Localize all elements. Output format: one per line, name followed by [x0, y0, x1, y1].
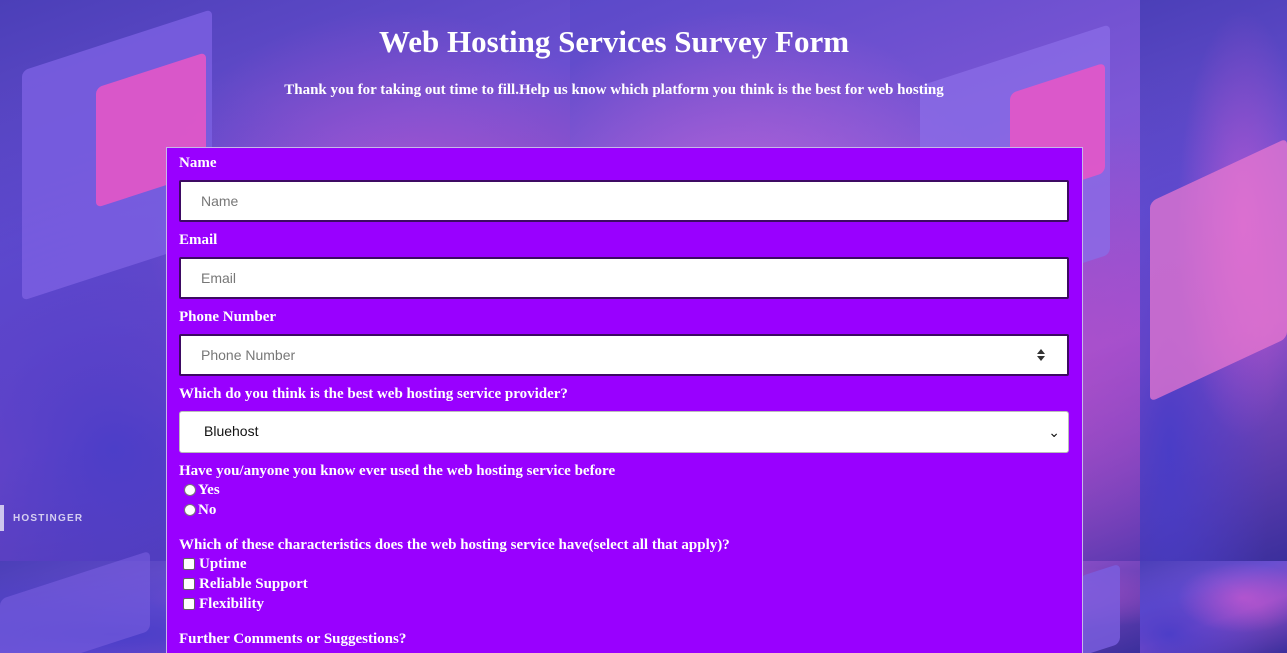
email-input[interactable]: Email	[179, 257, 1069, 299]
characteristics-label: Which of these characteristics does the …	[179, 537, 730, 553]
checkbox-option-uptime[interactable]: Uptime	[179, 554, 1070, 574]
provider-label: Which do you think is the best web hosti…	[179, 386, 568, 402]
checkbox[interactable]	[183, 558, 195, 570]
comments-label: Further Comments or Suggestions?	[179, 631, 407, 647]
page-title: Web Hosting Services Survey Form	[378, 24, 850, 59]
number-spinner-icon[interactable]	[1037, 349, 1045, 361]
name-label: Name	[179, 155, 217, 171]
provider-select[interactable]: Bluehost ⌄	[179, 411, 1069, 453]
radio-button[interactable]	[184, 484, 196, 496]
checkbox-label: Flexibility	[199, 596, 264, 612]
checkbox-option-reliable-support[interactable]: Reliable Support	[179, 574, 1070, 594]
survey-form: Name Name Email Email Phone Number Phone…	[166, 147, 1083, 653]
checkbox[interactable]	[183, 598, 195, 610]
name-input[interactable]: Name	[179, 180, 1069, 222]
chevron-down-icon: ⌄	[1048, 424, 1060, 440]
email-label: Email	[179, 232, 218, 248]
phone-label: Phone Number	[179, 309, 277, 325]
page-subtitle: Thank you for taking out time to fill.He…	[284, 82, 944, 98]
checkbox[interactable]	[183, 578, 195, 590]
radio-label: No	[198, 502, 217, 518]
radio-button[interactable]	[184, 504, 196, 516]
checkbox-option-flexibility[interactable]: Flexibility	[179, 594, 1070, 614]
provider-selected-value: Bluehost	[204, 423, 259, 439]
radio-label: Yes	[198, 482, 220, 498]
phone-placeholder: Phone Number	[201, 347, 296, 363]
checkbox-label: Uptime	[199, 556, 247, 572]
checkbox-label: Reliable Support	[199, 576, 308, 592]
radio-option-no[interactable]: No	[179, 500, 1070, 520]
hostinger-logo-icon	[0, 505, 4, 531]
used-before-label: Have you/anyone you know ever used the w…	[179, 463, 616, 479]
phone-input[interactable]: Phone Number	[179, 334, 1069, 376]
radio-option-yes[interactable]: Yes	[179, 480, 1070, 500]
brand-watermark: HOSTINGER	[13, 513, 84, 524]
